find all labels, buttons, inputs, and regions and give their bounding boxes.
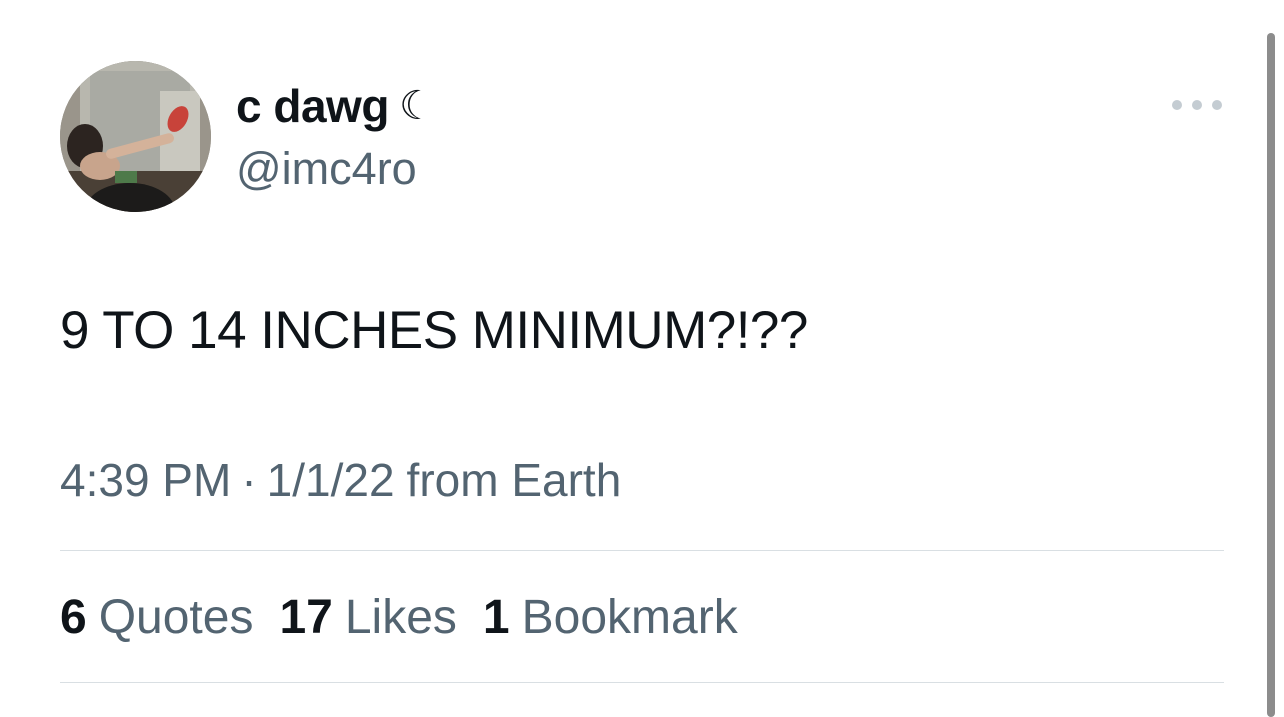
bookmarks-label: Bookmark xyxy=(521,591,738,644)
bookmarks-stat[interactable]: 1 Bookmark xyxy=(483,590,738,645)
display-name[interactable]: c dawg xyxy=(236,79,389,133)
tweet-date[interactable]: 1/1/22 xyxy=(267,454,395,506)
likes-count: 17 xyxy=(279,591,333,644)
bookmarks-count: 1 xyxy=(482,591,510,644)
tweet-metadata: 4:39 PM · 1/1/22 from Earth xyxy=(60,453,621,507)
tweet-source: from Earth xyxy=(406,454,622,506)
quotes-label: Quotes xyxy=(98,591,254,644)
likes-stat[interactable]: 17 Likes xyxy=(279,590,456,645)
more-options-icon xyxy=(1172,100,1182,110)
crescent-moon-icon: ☾ xyxy=(398,83,435,129)
likes-label: Likes xyxy=(344,591,457,644)
more-options-icon xyxy=(1212,100,1222,110)
divider xyxy=(60,682,1224,683)
more-options-icon xyxy=(1192,100,1202,110)
engagement-stats: 6 Quotes 17 Likes 1 Bookmark xyxy=(60,590,764,645)
tweet-detail: c dawg ☾ @imc4ro 9 TO 14 INCHES MINIMUM?… xyxy=(0,0,1284,717)
more-options-button[interactable] xyxy=(1172,92,1222,118)
avatar-photo xyxy=(60,61,211,212)
tweet-text: 9 TO 14 INCHES MINIMUM?!?? xyxy=(60,301,808,360)
tweet-time[interactable]: 4:39 PM xyxy=(60,454,231,506)
quotes-count: 6 xyxy=(60,591,87,644)
scrollbar[interactable] xyxy=(1267,33,1275,717)
author-handle[interactable]: @imc4ro xyxy=(236,143,417,195)
divider xyxy=(60,550,1224,551)
author-name-row[interactable]: c dawg ☾ xyxy=(236,78,435,134)
avatar[interactable] xyxy=(60,61,211,212)
meta-separator: · xyxy=(241,454,257,506)
quotes-stat[interactable]: 6 Quotes xyxy=(60,590,253,645)
